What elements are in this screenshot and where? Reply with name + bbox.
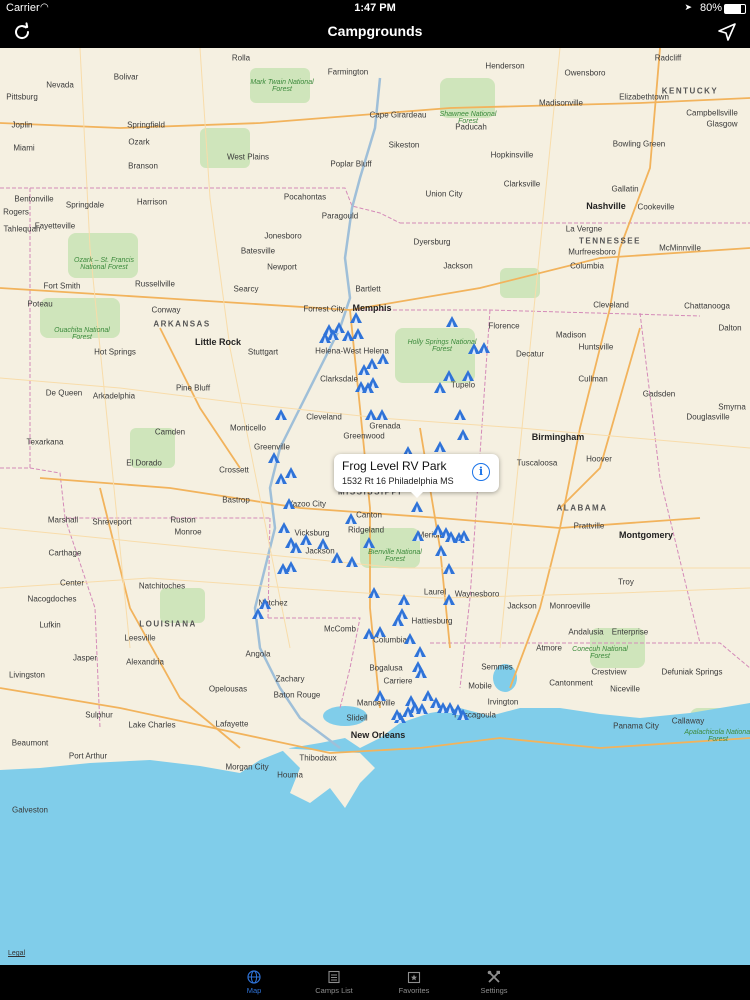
campground-pin[interactable] <box>414 646 426 657</box>
campground-pin[interactable] <box>446 316 458 327</box>
campground-pin[interactable] <box>278 522 290 533</box>
campground-pin[interactable] <box>317 538 329 549</box>
tab-label: Favorites <box>398 986 430 995</box>
tab-favorites[interactable]: Favorites <box>374 965 454 1000</box>
campground-pin[interactable] <box>404 633 416 644</box>
map-view[interactable]: KENTUCKY TENNESSEE ARKANSAS MISSISSIPPI … <box>0 48 750 965</box>
tools-icon <box>487 970 500 983</box>
campground-pin[interactable] <box>377 353 389 364</box>
status-bar: Carrier ◠ 1:47 PM ➤ 80% <box>0 0 750 16</box>
campground-pin[interactable] <box>374 626 386 637</box>
campground-pin[interactable] <box>352 328 364 339</box>
tab-settings[interactable]: Settings <box>454 965 534 1000</box>
campground-pin[interactable] <box>434 441 446 452</box>
campground-pin[interactable] <box>259 598 271 609</box>
campground-pin[interactable] <box>411 501 423 512</box>
battery-icon <box>724 4 746 14</box>
campground-pin[interactable] <box>443 370 455 381</box>
tab-camps-list[interactable]: Camps List <box>294 965 374 1000</box>
battery-percentage: 80% <box>699 2 722 14</box>
tab-bar: Map Camps List Favorites Settings <box>0 965 750 1000</box>
campground-pin[interactable] <box>454 409 466 420</box>
current-location-icon[interactable] <box>716 21 738 43</box>
tab-map[interactable]: Map <box>214 965 294 1000</box>
campground-pin[interactable] <box>367 377 379 388</box>
campground-pin[interactable] <box>432 524 444 535</box>
location-arrow-icon: ➤ <box>684 2 692 12</box>
campground-pin[interactable] <box>366 358 378 369</box>
campground-pin[interactable] <box>333 322 345 333</box>
campground-pin[interactable] <box>457 429 469 440</box>
campground-pin[interactable] <box>363 628 375 639</box>
campground-pin[interactable] <box>443 594 455 605</box>
campground-pins <box>252 312 490 723</box>
page-title: Campgrounds <box>327 23 423 39</box>
list-icon <box>328 970 340 984</box>
campground-pin[interactable] <box>398 594 410 605</box>
campground-address: 1532 Rt 16 Philadelphia MS <box>342 476 454 486</box>
tab-label: Camps List <box>315 986 353 995</box>
campground-pin[interactable] <box>252 608 264 619</box>
campground-pin[interactable] <box>434 382 446 393</box>
campground-pin[interactable] <box>283 498 295 509</box>
tab-label: Map <box>246 986 262 995</box>
campground-pin[interactable] <box>350 312 362 323</box>
campground-pin[interactable] <box>285 561 297 572</box>
campground-pin[interactable] <box>422 690 434 701</box>
campground-callout[interactable]: Frog Level RV Park 1532 Rt 16 Philadelph… <box>334 454 499 498</box>
navigation-bar: Campgrounds <box>0 16 750 48</box>
info-icon[interactable]: i <box>472 463 490 481</box>
campground-pin[interactable] <box>300 534 312 545</box>
campground-pin[interactable] <box>468 343 480 354</box>
campground-pin[interactable] <box>478 342 490 353</box>
campground-pin[interactable] <box>435 545 447 556</box>
campground-pin[interactable] <box>275 473 287 484</box>
tab-label: Settings <box>480 986 508 995</box>
campground-pin[interactable] <box>345 513 357 524</box>
campground-pin[interactable] <box>462 370 474 381</box>
star-icon <box>407 971 421 984</box>
campground-pin[interactable] <box>363 537 375 548</box>
clock: 1:47 PM <box>354 2 396 14</box>
campground-pin[interactable] <box>268 452 280 463</box>
campground-pin[interactable] <box>365 409 377 420</box>
campground-pin[interactable] <box>376 409 388 420</box>
campground-pin[interactable] <box>275 409 287 420</box>
campground-pin[interactable] <box>374 690 386 701</box>
campground-pin[interactable] <box>443 563 455 574</box>
campground-pin[interactable] <box>412 530 424 541</box>
campground-pin[interactable] <box>368 587 380 598</box>
campground-pin[interactable] <box>331 552 343 563</box>
campground-pin[interactable] <box>346 556 358 567</box>
legal-link[interactable]: Legal <box>8 950 25 957</box>
globe-icon <box>247 970 261 984</box>
campground-name: Frog Level RV Park <box>342 459 447 473</box>
campground-pin[interactable] <box>285 467 297 478</box>
